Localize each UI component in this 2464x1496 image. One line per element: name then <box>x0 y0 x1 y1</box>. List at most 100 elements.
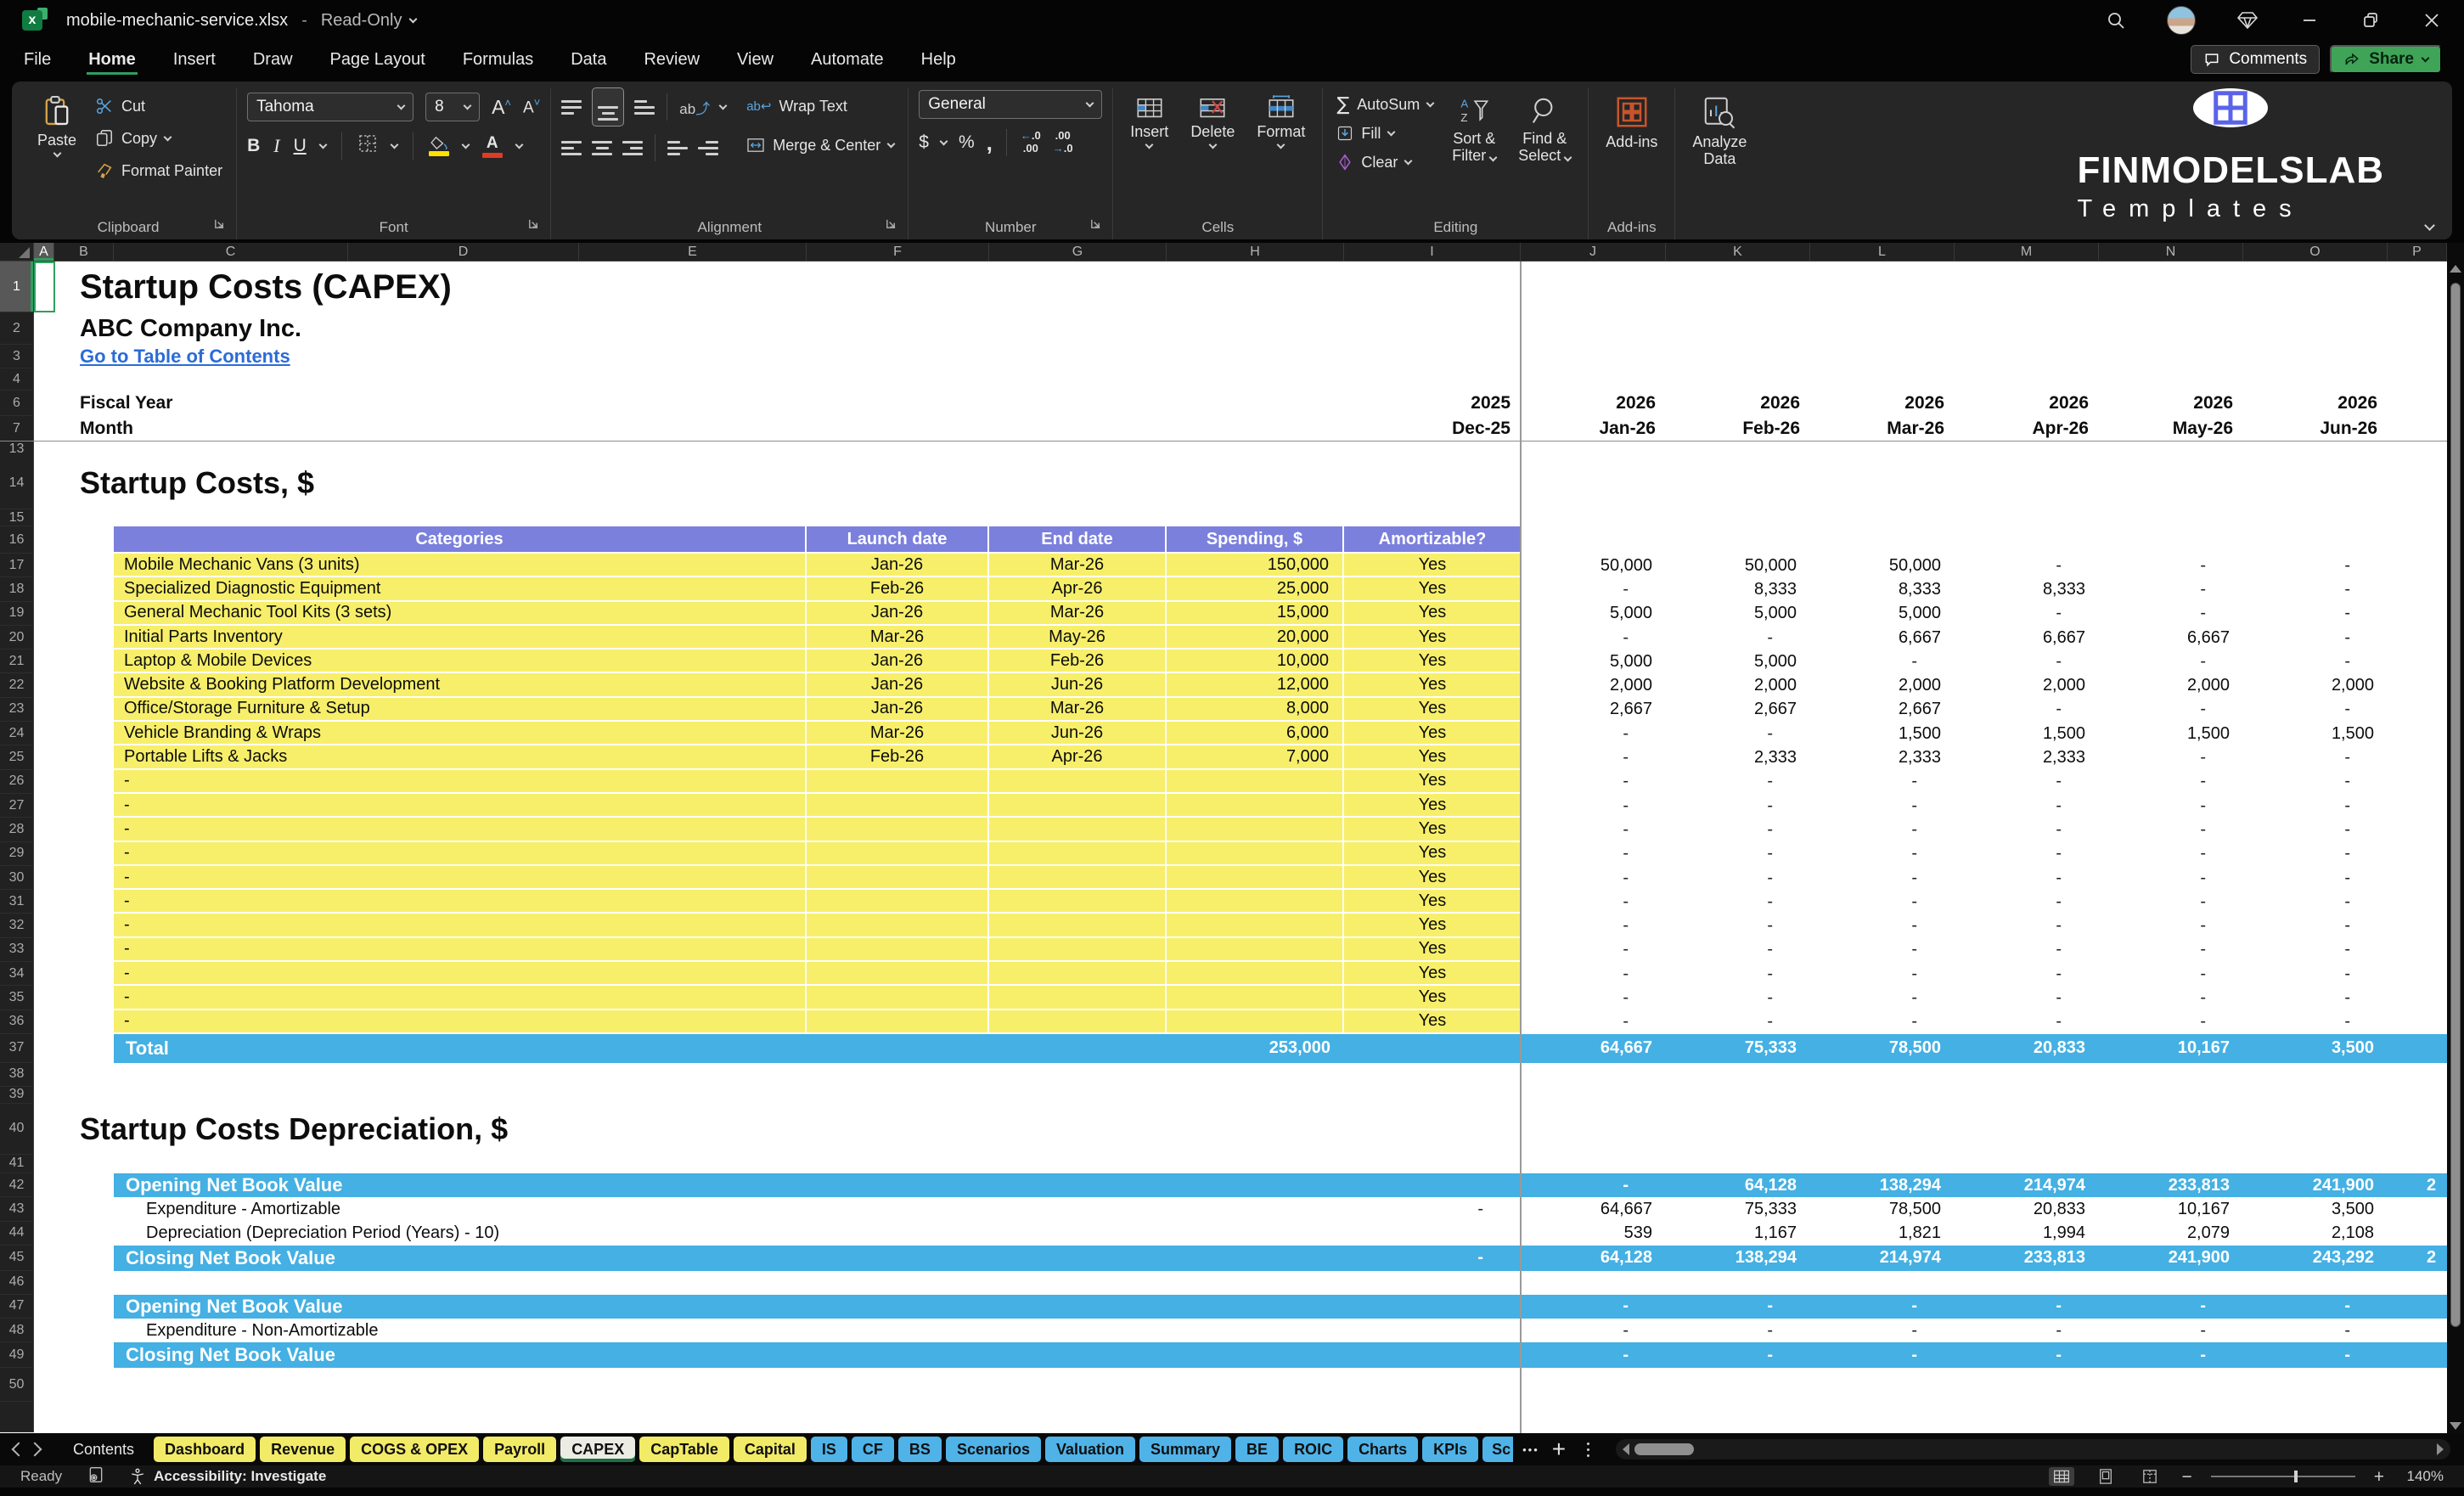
cell[interactable]: - <box>1666 986 1810 1010</box>
cell[interactable]: Vehicle Branding & Wraps <box>114 722 807 746</box>
cell[interactable]: - <box>1810 962 1955 986</box>
wrap-text-button[interactable]: ab↩ Wrap Text <box>743 90 897 122</box>
cell[interactable]: 1,500 <box>2099 722 2243 745</box>
row-header-40[interactable]: 40 <box>0 1103 34 1155</box>
cell[interactable]: Startup Costs Depreciation, $ <box>54 1104 1167 1155</box>
zoom-level[interactable]: 140% <box>2403 1468 2444 1485</box>
column-header-E[interactable]: E <box>579 243 807 261</box>
cell[interactable]: 2,000 <box>1955 673 2099 697</box>
column-header-A[interactable]: A <box>34 243 54 261</box>
row-header-26[interactable]: 26 <box>0 769 34 794</box>
horizontal-scroll-thumb[interactable] <box>1634 1443 1695 1455</box>
sheet-tab-sc[interactable]: Sc <box>1482 1437 1514 1462</box>
row-header-43[interactable]: 43 <box>0 1197 34 1222</box>
cell[interactable] <box>989 793 1167 818</box>
cell[interactable]: - <box>1955 914 2099 937</box>
row-header-49[interactable]: 49 <box>0 1342 34 1369</box>
cell[interactable]: 2,333 <box>1955 745 2099 769</box>
cell[interactable] <box>807 769 989 794</box>
cell[interactable]: Apr-26 <box>989 745 1167 770</box>
cell[interactable]: 241,900 <box>2099 1245 2243 1271</box>
cell[interactable]: - <box>1521 1294 1666 1319</box>
cell[interactable]: - <box>1666 722 1810 745</box>
column-header-J[interactable]: J <box>1521 243 1666 261</box>
cell[interactable]: Yes <box>1344 625 1521 650</box>
column-header-D[interactable]: D <box>348 243 579 261</box>
scroll-up-icon[interactable] <box>2450 265 2461 273</box>
cell[interactable]: 1,500 <box>1955 722 2099 745</box>
cell[interactable]: Expenditure - Non-Amortizable <box>114 1319 1521 1342</box>
cell[interactable]: - <box>1810 890 1955 914</box>
cell[interactable]: 2 <box>2388 1173 2447 1198</box>
cell[interactable]: - <box>2243 962 2388 986</box>
cell[interactable]: - <box>1666 1010 1810 1034</box>
cell[interactable]: - <box>2243 794 2388 818</box>
cell[interactable]: - <box>2099 890 2243 914</box>
cell[interactable]: 2,000 <box>2099 673 2243 697</box>
cell[interactable]: - <box>1666 1319 1810 1342</box>
zoom-slider-thumb[interactable] <box>2294 1471 2298 1482</box>
cell[interactable]: - <box>1810 1294 1955 1319</box>
row-header-1[interactable]: 1 <box>0 262 34 312</box>
autosum-button[interactable]: ∑ AutoSum <box>1333 90 1437 119</box>
normal-view-button[interactable] <box>2049 1467 2075 1486</box>
cell[interactable]: - <box>1955 698 2099 722</box>
menu-tab-file[interactable]: File <box>22 45 53 75</box>
tab-options-icon[interactable] <box>1587 1442 1590 1457</box>
cell[interactable]: 2,667 <box>1521 698 1666 722</box>
scroll-down-icon[interactable] <box>2450 1422 2461 1430</box>
row-header-50[interactable]: 50 <box>0 1368 34 1403</box>
cell[interactable] <box>807 1010 989 1034</box>
borders-icon[interactable] <box>357 133 378 159</box>
row-header-17[interactable]: 17 <box>0 554 34 578</box>
cell[interactable]: - <box>114 818 807 842</box>
cell[interactable]: - <box>2099 962 2243 986</box>
cell[interactable]: - <box>1955 986 2099 1010</box>
sheet-tab-capital[interactable]: Capital <box>733 1437 807 1462</box>
cell[interactable] <box>807 962 989 987</box>
sheet-tab-dashboard[interactable]: Dashboard <box>154 1437 256 1462</box>
cell[interactable]: - <box>1955 866 2099 890</box>
row-header-36[interactable]: 36 <box>0 1010 34 1034</box>
row-header-19[interactable]: 19 <box>0 601 34 626</box>
cell[interactable]: 78,500 <box>1810 1033 1955 1063</box>
cell[interactable] <box>807 865 989 891</box>
cell[interactable]: - <box>1521 1173 1666 1198</box>
align-left-icon[interactable] <box>561 140 582 155</box>
cell[interactable]: - <box>2099 914 2243 937</box>
cell[interactable]: - <box>2099 1342 2243 1369</box>
cell[interactable]: - <box>1521 914 1666 937</box>
cell[interactable] <box>2388 1294 2447 1319</box>
cell[interactable]: Jan-26 <box>807 673 989 698</box>
cell[interactable] <box>807 890 989 914</box>
currency-icon[interactable]: $ <box>919 132 929 153</box>
addins-button[interactable]: Add-ins <box>1599 90 1664 150</box>
cell[interactable]: - <box>1955 770 2099 794</box>
cell[interactable]: 5,000 <box>1666 602 1810 626</box>
cell[interactable]: - <box>1666 818 1810 841</box>
menu-tab-insert[interactable]: Insert <box>172 45 217 75</box>
cell[interactable]: - <box>1666 842 1810 866</box>
cell[interactable]: - <box>2099 866 2243 890</box>
cell[interactable]: - <box>1521 626 1666 650</box>
cell[interactable]: Startup Costs, $ <box>54 457 989 509</box>
page-break-view-button[interactable] <box>2137 1467 2163 1486</box>
cell[interactable] <box>1167 818 1344 842</box>
delete-cells-button[interactable]: Delete <box>1184 90 1241 149</box>
cell[interactable] <box>989 1010 1167 1034</box>
menu-tab-draw[interactable]: Draw <box>251 45 295 75</box>
clipboard-dialog-launcher-icon[interactable] <box>213 217 226 234</box>
cell[interactable]: 8,333 <box>1955 577 2099 601</box>
cell[interactable]: - <box>114 986 807 1010</box>
cell[interactable]: - <box>2243 890 2388 914</box>
sheet-tab-captable[interactable]: CapTable <box>639 1437 729 1462</box>
cell[interactable]: - <box>2243 1010 2388 1034</box>
cell[interactable]: Fiscal Year <box>54 391 807 416</box>
cell[interactable]: - <box>1666 770 1810 794</box>
cell[interactable]: Jan-26 <box>807 554 989 578</box>
cell[interactable] <box>1167 769 1344 794</box>
cell[interactable]: 50,000 <box>1810 554 1955 577</box>
cell[interactable]: - <box>2243 602 2388 626</box>
row-header-28[interactable]: 28 <box>0 818 34 842</box>
zoom-out-button[interactable]: − <box>2181 1468 2191 1486</box>
